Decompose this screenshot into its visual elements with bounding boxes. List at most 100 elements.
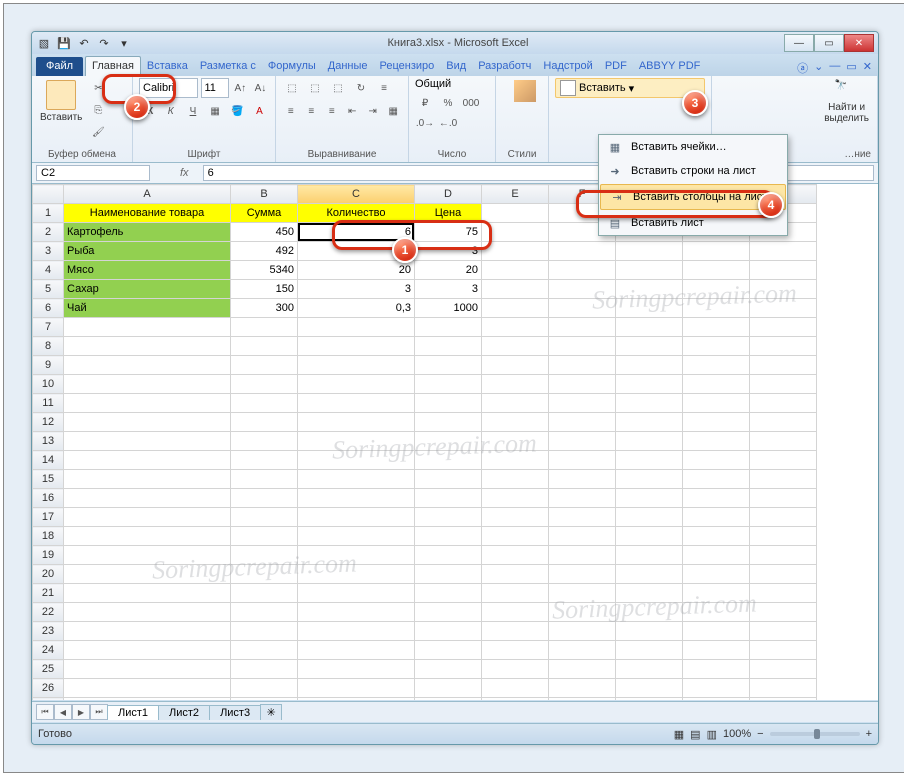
cell[interactable] bbox=[750, 413, 817, 432]
cell[interactable] bbox=[298, 565, 415, 584]
cell[interactable]: 75 bbox=[415, 223, 482, 242]
cell[interactable] bbox=[298, 679, 415, 698]
cell[interactable] bbox=[482, 261, 549, 280]
cell[interactable] bbox=[616, 394, 683, 413]
cell[interactable]: Цена bbox=[415, 204, 482, 223]
cell[interactable] bbox=[549, 470, 616, 489]
cell[interactable] bbox=[750, 261, 817, 280]
cell[interactable] bbox=[482, 698, 549, 701]
cell[interactable]: Сумма bbox=[231, 204, 298, 223]
cell[interactable] bbox=[415, 679, 482, 698]
cell[interactable]: 5340 bbox=[231, 261, 298, 280]
zoom-out-button[interactable]: − bbox=[757, 728, 763, 740]
borders-button[interactable]: ▦ bbox=[206, 101, 225, 121]
cell[interactable]: 20 bbox=[298, 261, 415, 280]
cell[interactable] bbox=[64, 698, 231, 701]
cell[interactable] bbox=[616, 242, 683, 261]
worksheet-grid[interactable]: ABCDEFGHI1 Наименование товара Сумма Кол… bbox=[32, 184, 878, 700]
cell[interactable] bbox=[298, 337, 415, 356]
tab-abbyy[interactable]: ABBYY PDF bbox=[633, 57, 707, 76]
sheet-nav-next[interactable]: ▶ bbox=[72, 704, 90, 720]
cell[interactable] bbox=[64, 660, 231, 679]
cell[interactable] bbox=[549, 261, 616, 280]
cell[interactable] bbox=[64, 508, 231, 527]
cell[interactable] bbox=[298, 432, 415, 451]
cell[interactable] bbox=[616, 432, 683, 451]
cell[interactable] bbox=[482, 622, 549, 641]
cell[interactable] bbox=[750, 337, 817, 356]
copy-icon[interactable]: ⎘ bbox=[88, 100, 108, 120]
select-all-corner[interactable] bbox=[33, 185, 64, 204]
row-header-11[interactable]: 11 bbox=[33, 394, 64, 413]
cell[interactable]: 3 bbox=[415, 242, 482, 261]
tab-review[interactable]: Рецензиро bbox=[374, 57, 441, 76]
cell[interactable] bbox=[415, 527, 482, 546]
cell[interactable] bbox=[683, 508, 750, 527]
cell[interactable] bbox=[750, 679, 817, 698]
cell[interactable] bbox=[298, 356, 415, 375]
decimal-dec-icon[interactable]: ←.0 bbox=[438, 113, 458, 133]
cell[interactable]: 20 bbox=[415, 261, 482, 280]
cell[interactable] bbox=[415, 356, 482, 375]
row-header-17[interactable]: 17 bbox=[33, 508, 64, 527]
row-header-14[interactable]: 14 bbox=[33, 451, 64, 470]
cell[interactable] bbox=[549, 698, 616, 701]
cell[interactable] bbox=[415, 660, 482, 679]
cell[interactable] bbox=[298, 641, 415, 660]
cell[interactable] bbox=[482, 337, 549, 356]
cell[interactable] bbox=[683, 489, 750, 508]
cell[interactable] bbox=[616, 318, 683, 337]
cell[interactable] bbox=[298, 603, 415, 622]
cell[interactable] bbox=[616, 584, 683, 603]
menu-insert-sheet[interactable]: ▤ Вставить лист bbox=[599, 211, 787, 235]
cell[interactable] bbox=[482, 451, 549, 470]
align-right-icon[interactable]: ≡ bbox=[323, 101, 341, 121]
grow-font-icon[interactable]: A↑ bbox=[232, 78, 249, 98]
doc-minimize-icon[interactable]: — bbox=[829, 60, 840, 76]
cell[interactable] bbox=[298, 546, 415, 565]
cell[interactable] bbox=[482, 508, 549, 527]
cell[interactable] bbox=[231, 451, 298, 470]
font-color-button[interactable]: A bbox=[250, 101, 269, 121]
cell[interactable] bbox=[683, 546, 750, 565]
cell[interactable] bbox=[549, 318, 616, 337]
cell[interactable] bbox=[750, 603, 817, 622]
cell[interactable] bbox=[616, 527, 683, 546]
percent-icon[interactable]: % bbox=[438, 93, 458, 113]
cell[interactable] bbox=[482, 565, 549, 584]
tab-data[interactable]: Данные bbox=[322, 57, 374, 76]
cell[interactable] bbox=[231, 641, 298, 660]
close-button[interactable]: ✕ bbox=[844, 34, 874, 52]
cell[interactable] bbox=[683, 413, 750, 432]
cell[interactable] bbox=[683, 584, 750, 603]
col-header-E[interactable]: E bbox=[482, 185, 549, 204]
sheet-tab-2[interactable]: Лист2 bbox=[158, 705, 210, 720]
zoom-slider[interactable] bbox=[770, 732, 860, 736]
cell[interactable] bbox=[683, 394, 750, 413]
cell[interactable] bbox=[415, 641, 482, 660]
cell[interactable] bbox=[231, 698, 298, 701]
cell[interactable] bbox=[298, 394, 415, 413]
cell[interactable] bbox=[231, 356, 298, 375]
cell[interactable] bbox=[616, 413, 683, 432]
fill-color-button[interactable]: 🪣 bbox=[228, 101, 247, 121]
row-header-6[interactable]: 6 bbox=[33, 299, 64, 318]
tab-home[interactable]: Главная bbox=[85, 56, 141, 76]
cell[interactable] bbox=[415, 470, 482, 489]
cell[interactable] bbox=[616, 698, 683, 701]
cell[interactable] bbox=[683, 318, 750, 337]
cell[interactable] bbox=[64, 679, 231, 698]
cell[interactable] bbox=[64, 641, 231, 660]
file-tab[interactable]: Файл bbox=[36, 57, 83, 76]
undo-icon[interactable]: ↶ bbox=[76, 35, 92, 51]
cell[interactable] bbox=[64, 432, 231, 451]
cell[interactable] bbox=[549, 508, 616, 527]
cell[interactable] bbox=[482, 375, 549, 394]
cell[interactable] bbox=[616, 565, 683, 584]
cell[interactable] bbox=[415, 489, 482, 508]
cell[interactable] bbox=[750, 470, 817, 489]
row-header-27[interactable]: 27 bbox=[33, 698, 64, 701]
cell[interactable] bbox=[64, 318, 231, 337]
cell[interactable] bbox=[482, 432, 549, 451]
align-bottom-icon[interactable]: ⬚ bbox=[328, 78, 348, 98]
